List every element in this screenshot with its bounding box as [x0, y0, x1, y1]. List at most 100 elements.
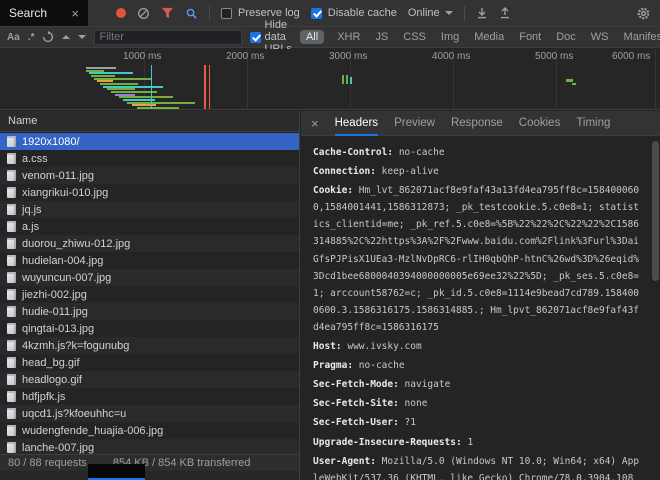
filter-pill-js[interactable]: JS — [373, 30, 390, 44]
tab-headers[interactable]: Headers — [335, 111, 378, 136]
table-row[interactable]: 1920x1080/ — [0, 133, 299, 150]
close-icon[interactable]: × — [71, 7, 79, 20]
filter-funnel-icon[interactable] — [161, 7, 174, 19]
table-row[interactable]: 4kzmh.js?k=fogunubg — [0, 337, 299, 354]
regex-button[interactable]: .* — [28, 32, 35, 43]
scrollbar-thumb[interactable] — [652, 141, 659, 281]
timeline-tick-label: 2000 ms — [226, 51, 264, 62]
table-row[interactable]: xiangrikui-010.jpg — [0, 184, 299, 201]
timeline-gridline — [655, 49, 656, 109]
request-name: hudie-011.jpg — [22, 306, 88, 318]
filter-pill-ws[interactable]: WS — [589, 30, 611, 44]
request-name: duorou_zhiwu-012.jpg — [22, 238, 130, 250]
bottom-strip — [0, 471, 299, 480]
filter-pill-manifest[interactable]: Manifest — [622, 30, 660, 44]
table-row[interactable]: venom-011.jpg — [0, 167, 299, 184]
table-row[interactable]: wuyuncun-007.jpg — [0, 269, 299, 286]
filter-pill-all[interactable]: All — [300, 30, 324, 44]
chevron-down-icon[interactable] — [78, 35, 86, 39]
waterfall-bar — [572, 83, 576, 85]
filter-pill-xhr[interactable]: XHR — [335, 30, 362, 44]
header-name: User-Agent: — [313, 456, 376, 467]
waterfall-bar — [566, 79, 573, 82]
search-icon[interactable] — [185, 7, 198, 20]
table-row[interactable]: lanche-007.jpg — [0, 439, 299, 454]
filter-pill-css[interactable]: CSS — [401, 30, 428, 44]
file-icon — [7, 408, 16, 419]
request-name: jiezhi-002.jpg — [22, 289, 87, 301]
search-drawer-tab[interactable]: Search × — [0, 0, 88, 26]
header-value: none — [405, 398, 428, 409]
throttling-select[interactable]: Online — [408, 7, 453, 19]
match-case-button[interactable]: Aa — [7, 32, 20, 43]
table-row[interactable]: headlogo.gif — [0, 371, 299, 388]
column-header-name[interactable]: Name — [0, 111, 299, 132]
headers-content[interactable]: Cache-Control: no-cacheConnection: keep-… — [301, 137, 660, 480]
clear-icon[interactable] — [137, 7, 150, 20]
disable-cache-checkbox[interactable] — [311, 8, 322, 19]
header-name: Pragma: — [313, 360, 353, 371]
requests-panel: Name 1920x1080/a.css venom-011.jpg xiangri… — [0, 111, 300, 480]
request-header-entry: Cache-Control: no-cache — [313, 144, 642, 161]
tab-response[interactable]: Response — [451, 111, 503, 136]
import-har-icon[interactable] — [476, 7, 488, 19]
table-row[interactable]: head_bg.gif — [0, 354, 299, 371]
table-row[interactable]: hdfjpfk.js — [0, 388, 299, 405]
filter-input[interactable] — [94, 30, 242, 45]
request-name: jq.js — [22, 204, 42, 216]
toolbar-divider — [464, 6, 465, 21]
tab-cookies[interactable]: Cookies — [519, 111, 561, 136]
table-row[interactable]: wudengfende_huajia-006.jpg — [0, 422, 299, 439]
table-row[interactable]: duorou_zhiwu-012.jpg — [0, 235, 299, 252]
chevron-up-icon[interactable] — [62, 35, 70, 39]
request-header-entry: Sec-Fetch-Mode: navigate — [313, 376, 642, 393]
request-header-entry: Upgrade-Insecure-Requests: 1 — [313, 434, 642, 451]
close-details-icon[interactable]: × — [311, 116, 319, 131]
request-name: uqcd1.js?kfoeuhhc=u — [22, 408, 126, 420]
header-value: no-cache — [359, 360, 405, 371]
table-row[interactable]: hudie-011.jpg — [0, 303, 299, 320]
file-icon — [7, 357, 16, 368]
preserve-log-checkbox[interactable] — [221, 8, 232, 19]
resource-type-filters: AllXHRJSCSSImgMediaFontDocWSManifestOthe… — [300, 30, 660, 44]
table-row[interactable]: uqcd1.js?kfoeuhhc=u — [0, 405, 299, 422]
waterfall-bar — [119, 96, 173, 98]
table-row[interactable]: a.js — [0, 218, 299, 235]
filter-pill-font[interactable]: Font — [517, 30, 543, 44]
filter-pill-media[interactable]: Media — [472, 30, 506, 44]
request-name: venom-011.jpg — [22, 170, 94, 182]
table-row[interactable]: a.css — [0, 150, 299, 167]
hide-data-urls-checkbox[interactable] — [250, 32, 261, 43]
waterfall-bar — [91, 75, 115, 77]
export-har-icon[interactable] — [499, 7, 511, 19]
filter-pill-img[interactable]: Img — [439, 30, 461, 44]
request-name: lanche-007.jpg — [22, 442, 94, 454]
timeline-tick-label: 5000 ms — [535, 51, 573, 62]
record-icon[interactable] — [116, 8, 126, 18]
gear-icon[interactable] — [636, 6, 651, 21]
waterfall-bar — [209, 65, 210, 110]
request-header-entry: Pragma: no-cache — [313, 357, 642, 374]
waterfall-bar — [204, 65, 206, 110]
file-icon — [7, 272, 16, 283]
filter-pill-doc[interactable]: Doc — [554, 30, 578, 44]
network-overview[interactable]: 1000 ms2000 ms3000 ms4000 ms5000 ms6000 … — [0, 49, 660, 110]
table-row[interactable]: jiezhi-002.jpg — [0, 286, 299, 303]
table-row[interactable]: qingtai-013.jpg — [0, 320, 299, 337]
table-row[interactable]: jq.js — [0, 201, 299, 218]
request-name: xiangrikui-010.jpg — [22, 187, 108, 199]
table-row[interactable]: hudielan-004.jpg — [0, 252, 299, 269]
waterfall-bar — [100, 83, 138, 85]
file-icon — [7, 340, 16, 351]
disable-cache-label: Disable cache — [328, 7, 397, 19]
request-name: wudengfende_huajia-006.jpg — [22, 425, 163, 437]
header-name: Cookie: — [313, 185, 353, 196]
header-name: Sec-Fetch-Mode: — [313, 379, 399, 390]
refresh-icon[interactable] — [42, 31, 54, 43]
tab-timing[interactable]: Timing — [576, 111, 610, 136]
waterfall-bar — [350, 77, 352, 84]
request-name: 1920x1080/ — [22, 136, 80, 148]
file-icon — [7, 306, 16, 317]
tab-preview[interactable]: Preview — [394, 111, 435, 136]
header-name: Cache-Control: — [313, 147, 393, 158]
